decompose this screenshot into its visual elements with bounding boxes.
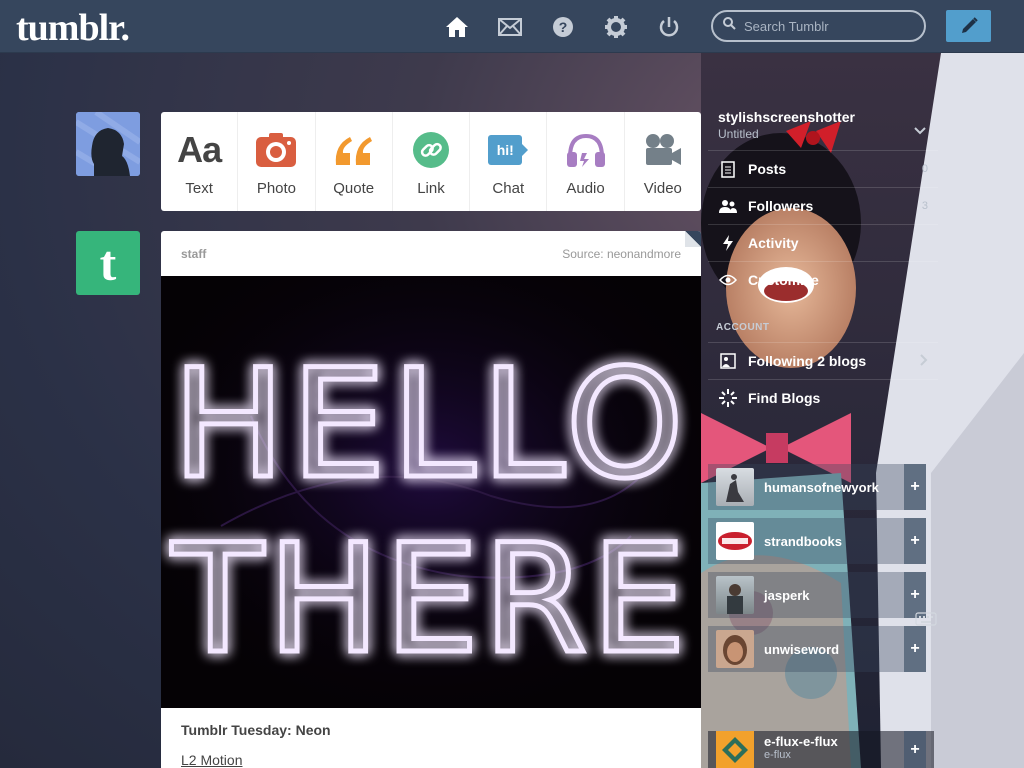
blog-avatar [716,630,754,668]
lightning-icon [708,235,748,251]
chevron-right-icon [920,353,928,369]
tumblr-logo[interactable]: tumblr. [16,6,130,50]
blog-switcher[interactable]: stylishscreenshotter Untitled [708,100,938,148]
follow-plus-button[interactable]: + [904,731,926,768]
post-type-text[interactable]: Aa Text [161,112,239,211]
post-fold-corner [685,231,701,247]
post-type-chat[interactable]: hi! Chat [470,112,548,211]
blog-avatar [716,468,754,506]
document-icon [708,160,748,178]
recommended-blog[interactable]: e-flux-e-flux e-flux [708,731,934,768]
sidebar-item-following[interactable]: Following 2 blogs [708,342,938,379]
sidebar-item-posts[interactable]: Posts 0 [708,150,938,187]
blog-avatar [716,576,754,614]
svg-text:?: ? [559,19,568,35]
post-type-label: Video [643,180,682,197]
sidebar-item-activity[interactable]: Activity [708,224,938,261]
blog-avatar [716,522,754,560]
headphones-icon [566,130,606,170]
neon-text-line1: HELLO [172,338,689,512]
eye-icon [708,274,748,286]
recommended-blog[interactable]: humansofnewyork [708,464,904,510]
post-type-label: Audio [566,180,605,197]
search-box[interactable] [711,10,926,42]
blog-subtitle: Untitled [718,127,759,141]
people-icon [708,199,748,213]
follow-plus-button[interactable]: + [904,464,926,510]
post-type-photo[interactable]: Photo [238,112,316,211]
post-type-label: Photo [256,180,297,197]
post-type-quote[interactable]: Quote [316,112,393,211]
post-type-video[interactable]: Video [625,112,701,211]
keyboard-icon[interactable] [915,612,937,631]
section-label-account: ACCOUNT [716,322,770,333]
post-source[interactable]: Source: neonandmore [562,247,681,261]
follow-plus-button[interactable]: + [904,518,926,564]
staff-avatar[interactable]: t [76,231,140,295]
dashboard-post: staff Source: neonandmore HELLO THERE Tu… [161,231,701,768]
mail-icon[interactable] [497,14,523,40]
post-title: Tumblr Tuesday: Neon [181,722,331,738]
chat-icon: hi! [488,130,529,170]
search-input[interactable] [744,18,914,34]
neon-text-line2: THERE [171,513,690,687]
follow-plus-button[interactable]: + [904,626,926,672]
post-photo[interactable]: HELLO THERE [161,276,701,708]
quote-icon [334,130,374,170]
recommended-blog[interactable]: strandbooks [708,518,904,564]
video-camera-icon [643,130,683,170]
post-link[interactable]: L2 Motion [181,752,242,768]
post-type-bar: Aa Text Photo Quote Link hi! Chat Audio … [161,112,701,211]
blog-avatar [716,731,754,768]
recommended-blog[interactable]: unwiseword [708,626,904,672]
sidebar-item-followers[interactable]: Followers 3 [708,187,938,224]
search-icon [723,17,736,35]
help-icon[interactable]: ? [550,14,576,40]
chevron-down-icon [914,122,926,140]
home-icon[interactable] [444,14,470,40]
new-post-button[interactable] [946,10,991,42]
camera-icon [256,130,297,170]
blog-name: stylishscreenshotter [718,109,855,125]
top-bar: tumblr. ? [0,0,1024,53]
post-author[interactable]: staff [181,247,206,261]
pencil-icon [961,17,978,33]
post-type-label: Text [185,180,213,197]
sidebar-item-find-blogs[interactable]: Find Blogs [708,379,938,416]
post-type-label: Link [417,180,445,197]
following-icon [708,353,748,369]
recommended-blog[interactable]: jasperk [708,572,904,618]
text-post-icon: Aa [177,129,222,170]
post-type-audio[interactable]: Audio [547,112,625,211]
link-icon [412,130,450,170]
post-type-link[interactable]: Link [393,112,471,211]
gear-icon[interactable] [603,14,629,40]
post-type-label: Chat [492,180,525,197]
sidebar-item-customize[interactable]: Customize [708,261,938,298]
post-type-label: Quote [333,180,375,197]
user-avatar[interactable] [76,112,140,176]
power-icon[interactable] [656,14,682,40]
compass-icon [708,389,748,407]
post-header: staff Source: neonandmore [161,231,701,276]
